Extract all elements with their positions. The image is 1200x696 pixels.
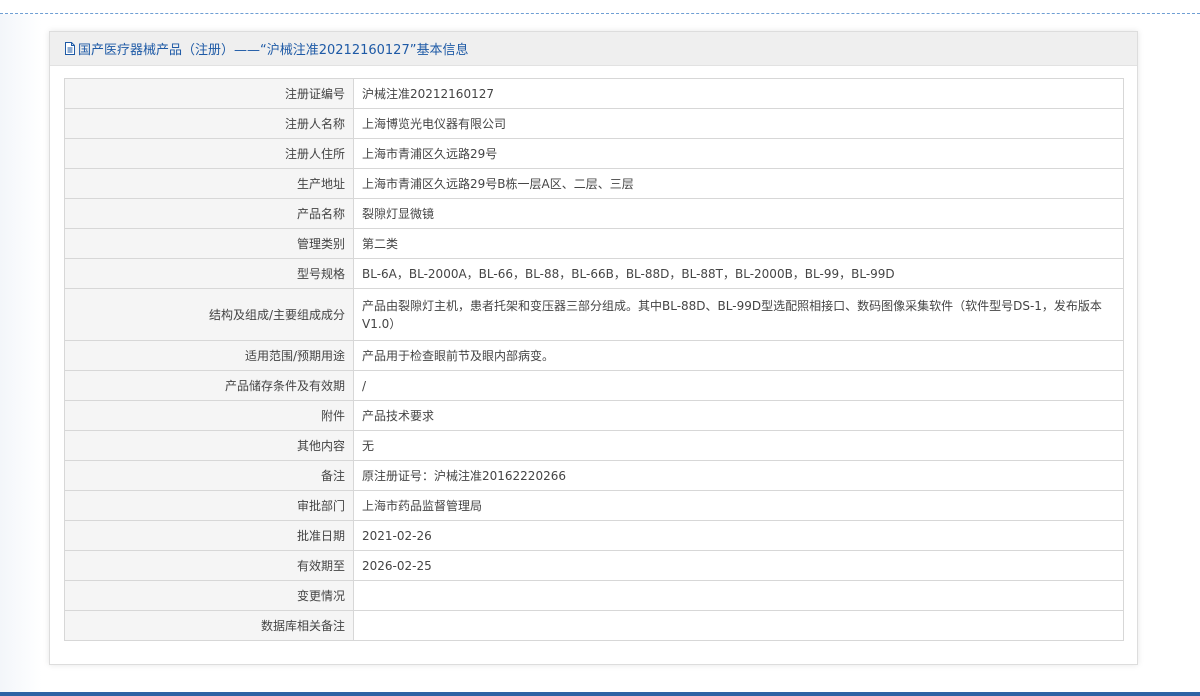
top-divider xyxy=(0,13,1200,14)
table-row: 变更情况 xyxy=(64,580,1124,611)
row-value: 上海市药品监督管理局 xyxy=(353,490,1124,521)
row-label: 型号规格 xyxy=(64,258,354,289)
row-value: 产品用于检查眼前节及眼内部病变。 xyxy=(353,340,1124,371)
table-row: 有效期至 2026-02-25 xyxy=(64,550,1124,581)
row-value: 2021-02-26 xyxy=(353,520,1124,551)
row-value: / xyxy=(353,370,1124,401)
row-value: 第二类 xyxy=(353,228,1124,259)
table-row: 型号规格 BL-6A，BL-2000A，BL-66，BL-88，BL-66B，B… xyxy=(64,258,1124,289)
table-row: 注册人住所 上海市青浦区久远路29号 xyxy=(64,138,1124,169)
row-value: BL-6A，BL-2000A，BL-66，BL-88，BL-66B，BL-88D… xyxy=(353,258,1124,289)
table-row: 备注 原注册证号：沪械注准20162220266 xyxy=(64,460,1124,491)
row-label: 适用范围/预期用途 xyxy=(64,340,354,371)
row-value xyxy=(353,580,1124,611)
table-row: 生产地址 上海市青浦区久远路29号B栋一层A区、二层、三层 xyxy=(64,168,1124,199)
row-label: 生产地址 xyxy=(64,168,354,199)
row-value: 沪械注准20212160127 xyxy=(353,78,1124,109)
row-value: 上海市青浦区久远路29号B栋一层A区、二层、三层 xyxy=(353,168,1124,199)
document-icon xyxy=(64,42,76,55)
row-value: 原注册证号：沪械注准20162220266 xyxy=(353,460,1124,491)
row-value: 2026-02-25 xyxy=(353,550,1124,581)
table-row: 注册人名称 上海博览光电仪器有限公司 xyxy=(64,108,1124,139)
table-row: 管理类别 第二类 xyxy=(64,228,1124,259)
row-value: 上海博览光电仪器有限公司 xyxy=(353,108,1124,139)
row-label: 注册人住所 xyxy=(64,138,354,169)
row-label: 有效期至 xyxy=(64,550,354,581)
left-background xyxy=(0,14,42,692)
table-row: 其他内容 无 xyxy=(64,430,1124,461)
row-value: 裂隙灯显微镜 xyxy=(353,198,1124,229)
table-row: 产品储存条件及有效期 / xyxy=(64,370,1124,401)
bottom-bar xyxy=(0,692,1200,696)
table-row: 适用范围/预期用途 产品用于检查眼前节及眼内部病变。 xyxy=(64,340,1124,371)
table-row: 结构及组成/主要组成成分 产品由裂隙灯主机，患者托架和变压器三部分组成。其中BL… xyxy=(64,288,1124,341)
row-label: 附件 xyxy=(64,400,354,431)
row-label: 注册人名称 xyxy=(64,108,354,139)
row-value: 无 xyxy=(353,430,1124,461)
panel-header: 国产医疗器械产品（注册）——“沪械注准20212160127”基本信息 xyxy=(50,32,1137,66)
table-row: 产品名称 裂隙灯显微镜 xyxy=(64,198,1124,229)
row-label: 产品储存条件及有效期 xyxy=(64,370,354,401)
row-label: 备注 xyxy=(64,460,354,491)
row-label: 结构及组成/主要组成成分 xyxy=(64,288,354,341)
info-table: 注册证编号 沪械注准20212160127 注册人名称 上海博览光电仪器有限公司… xyxy=(64,78,1124,641)
row-label: 变更情况 xyxy=(64,580,354,611)
row-label: 批准日期 xyxy=(64,520,354,551)
info-panel: 国产医疗器械产品（注册）——“沪械注准20212160127”基本信息 注册证编… xyxy=(49,31,1138,665)
row-value xyxy=(353,610,1124,641)
table-row: 附件 产品技术要求 xyxy=(64,400,1124,431)
row-label: 注册证编号 xyxy=(64,78,354,109)
row-value: 产品由裂隙灯主机，患者托架和变压器三部分组成。其中BL-88D、BL-99D型选… xyxy=(353,288,1124,341)
page-title: 国产医疗器械产品（注册）——“沪械注准20212160127”基本信息 xyxy=(78,43,469,58)
table-row: 批准日期 2021-02-26 xyxy=(64,520,1124,551)
row-label: 审批部门 xyxy=(64,490,354,521)
table-row: 审批部门 上海市药品监督管理局 xyxy=(64,490,1124,521)
table-row: 注册证编号 沪械注准20212160127 xyxy=(64,78,1124,109)
table-row: 数据库相关备注 xyxy=(64,610,1124,641)
row-value: 产品技术要求 xyxy=(353,400,1124,431)
row-label: 数据库相关备注 xyxy=(64,610,354,641)
row-value: 上海市青浦区久远路29号 xyxy=(353,138,1124,169)
row-label: 管理类别 xyxy=(64,228,354,259)
row-label: 其他内容 xyxy=(64,430,354,461)
row-label: 产品名称 xyxy=(64,198,354,229)
